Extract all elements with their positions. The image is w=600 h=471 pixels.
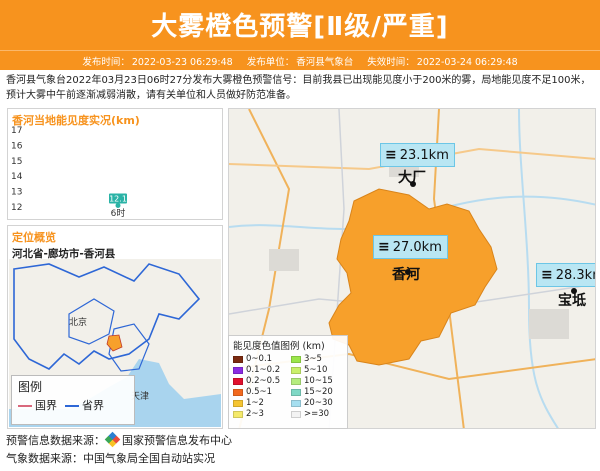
- warning-description: 香河县气象台2022年03月23日06时27分发布大雾橙色预警信号：目前我县已出…: [6, 75, 591, 101]
- baodi-label: 宝坻: [558, 293, 586, 309]
- dachang-label: 大厂: [398, 170, 426, 186]
- visibility-legend-item: 5~10: [291, 365, 349, 375]
- legend-swatch: [233, 377, 243, 385]
- legend-swatch: [291, 410, 301, 418]
- legend-range-label: 2~3: [246, 409, 264, 419]
- legend-range-label: 20~30: [304, 398, 333, 408]
- legend-swatch: [291, 399, 301, 407]
- legend-title: 图例: [18, 380, 43, 394]
- data-label: 12.1: [109, 194, 127, 203]
- visibility-legend-item: >=30: [291, 409, 349, 419]
- legend-range-label: 3~5: [304, 354, 322, 364]
- visibility-legend-item: 2~3: [233, 409, 291, 419]
- legend-swatch: [233, 388, 243, 396]
- legend-range-label: 0.1~0.2: [246, 365, 281, 375]
- visibility-legend-item: 10~15: [291, 376, 349, 386]
- warning-title: 大雾橙色预警[Ⅱ级/严重]: [151, 12, 449, 42]
- border-legend: 图例 国界 省界: [11, 375, 135, 425]
- visibility-legend-title: 能见度色值图例 (km): [233, 341, 325, 352]
- legend-range-label: 10~15: [304, 376, 333, 386]
- baodi-visibility-callout[interactable]: ≡28.3km: [536, 263, 595, 287]
- legend-swatch: [291, 388, 301, 396]
- xianghe-label: 香河: [392, 267, 420, 283]
- visibility-legend-item: 15~20: [291, 387, 349, 397]
- visibility-chart: 17 16 15 14 13 12 12.1 6时: [11, 126, 127, 217]
- visibility-legend-item: 3~5: [291, 354, 349, 364]
- legend-range-label: 1~2: [246, 398, 264, 408]
- y-tick-label: 13: [11, 188, 22, 198]
- overview-map[interactable]: 北京 天津 图例 国界 省界: [9, 259, 221, 427]
- fog-icon: ≡: [541, 267, 553, 283]
- warning-meta-bar: 发布时间： 2022-03-23 06:29:48 发布单位： 香河县气象台 失效时…: [0, 50, 600, 70]
- legend-swatch: [291, 377, 301, 385]
- legend-swatch: [233, 399, 243, 407]
- warning-header: 大雾橙色预警[Ⅱ级/严重]: [0, 0, 600, 50]
- legend-province-border: 省界: [65, 397, 104, 413]
- y-tick-label: 14: [11, 172, 23, 182]
- legend-national-border: 国界: [18, 397, 57, 413]
- legend-range-label: >=30: [304, 409, 330, 419]
- release-center-logo-icon: [104, 431, 121, 448]
- location-title: 定位概览: [12, 231, 56, 244]
- xianghe-visibility-callout[interactable]: ≡ 27.0km: [373, 235, 448, 259]
- dachang-visibility-callout[interactable]: ≡ 23.1km: [380, 143, 455, 167]
- y-tick-label: 16: [11, 141, 23, 151]
- legend-range-label: 0~0.1: [246, 354, 273, 364]
- legend-swatch: [233, 355, 243, 363]
- data-point: [115, 202, 121, 208]
- weather-source: 气象数据来源：中国气象局全国自动站实况: [6, 452, 215, 465]
- issue-time: 发布时间： 2022-03-23 06:29:48: [82, 56, 233, 68]
- visibility-legend-item: 1~2: [233, 398, 291, 408]
- town-block: [529, 309, 569, 339]
- legend-swatch: [291, 355, 301, 363]
- visibility-legend-item: 0.5~1: [233, 387, 291, 397]
- fog-icon: ≡: [378, 239, 390, 255]
- legend-swatch: [291, 366, 301, 374]
- visibility-legend-grid: 0~0.1 3~5 0.1~0.2 5~10 0.2~0.5 10~15 0.5~1 15~2…: [233, 354, 343, 419]
- legend-swatch: [233, 410, 243, 418]
- issuer: 发布单位： 香河县气象台: [246, 56, 354, 68]
- legend-range-label: 15~20: [304, 387, 333, 397]
- legend-swatch: [233, 366, 243, 374]
- town-block: [269, 249, 299, 271]
- legend-range-label: 0.2~0.5: [246, 376, 281, 386]
- visibility-legend-item: 0.2~0.5: [233, 376, 291, 386]
- warning-source: 预警信息数据来源： 国家预警信息发布中心: [6, 431, 232, 450]
- x-tick-label: 6时: [111, 207, 126, 217]
- visibility-legend-item: 20~30: [291, 398, 349, 408]
- y-tick-label: 15: [11, 157, 22, 167]
- legend-range-label: 0.5~1: [246, 387, 273, 397]
- visibility-legend-item: 0.1~0.2: [233, 365, 291, 375]
- data-source-footer: 预警信息数据来源： 国家预警信息发布中心 气象数据来源：中国气象局全国自动站实况: [6, 431, 232, 468]
- visibility-chart-panel: 香河当地能见度实况(km) 17 16 15 14 13 12 12.1 6时: [7, 108, 223, 220]
- y-tick-label: 12: [11, 203, 22, 213]
- fog-icon: ≡: [385, 147, 397, 163]
- y-tick-label: 17: [11, 126, 22, 136]
- visibility-color-legend: 能见度色值图例 (km) 0~0.1 3~5 0.1~0.2 5~10 0.2~0.5 1…: [228, 335, 348, 429]
- legend-range-label: 5~10: [304, 365, 328, 375]
- expire-time: 失效时间： 2022-03-24 06:29:48: [367, 56, 518, 68]
- location-panel: 定位概览 河北省-廊坊市-香河县 北京 天津 图例 国界 省界: [7, 225, 223, 429]
- visibility-legend-item: 0~0.1: [233, 354, 291, 364]
- beijing-label: 北京: [69, 316, 87, 328]
